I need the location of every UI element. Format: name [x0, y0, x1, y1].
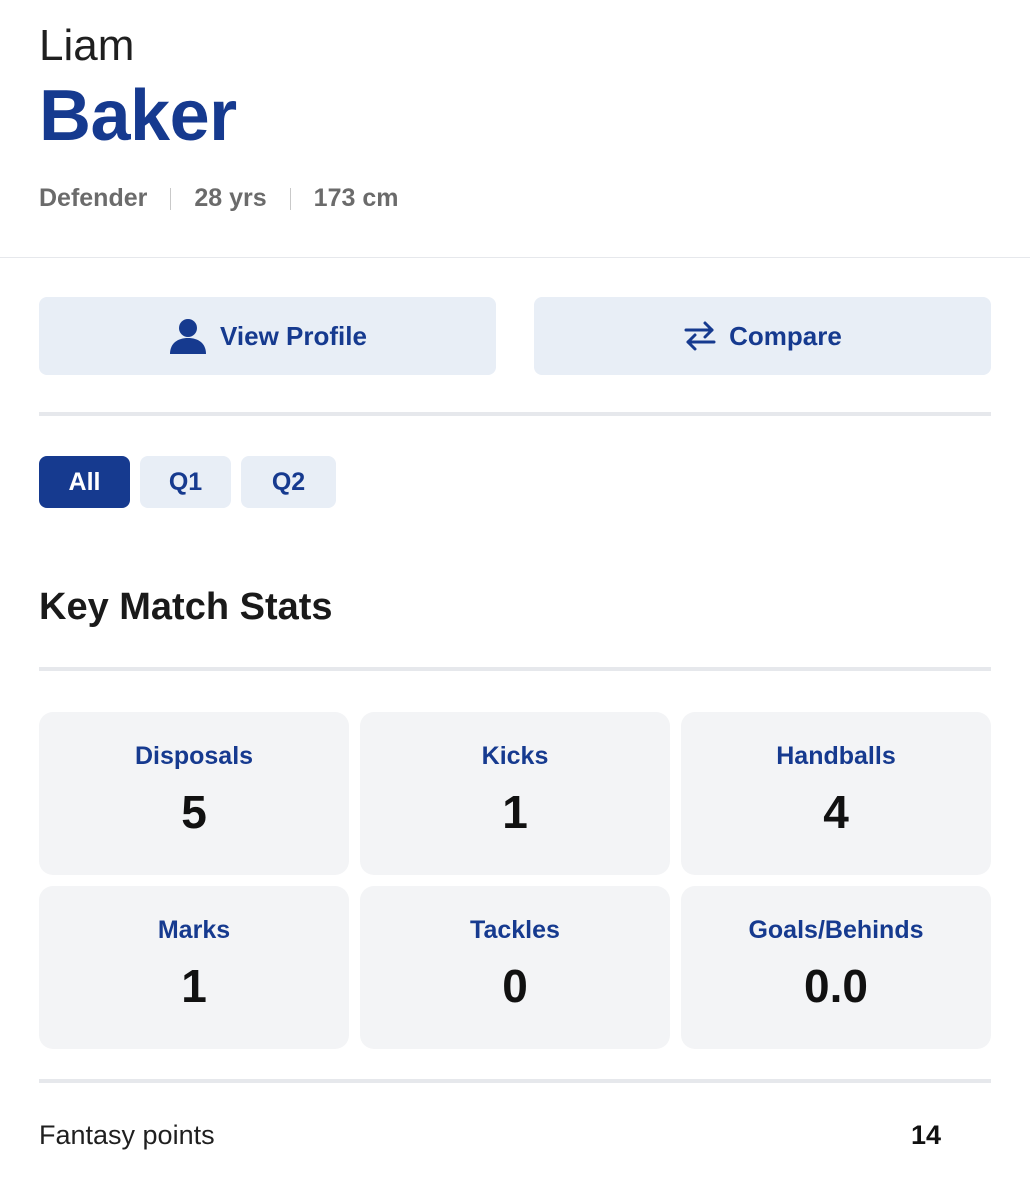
player-age: 28 yrs — [194, 184, 267, 212]
tab-q1[interactable]: Q1 — [140, 456, 231, 508]
meta-divider — [289, 187, 291, 210]
stat-card-tackles: Tackles 0 — [360, 886, 670, 1049]
player-last-name: Baker — [39, 76, 237, 156]
section-divider — [39, 667, 991, 671]
player-meta: Defender 28 yrs 173 cm — [39, 184, 991, 213]
stat-value: 1 — [181, 960, 207, 1012]
swap-arrows-icon — [683, 319, 717, 353]
action-buttons: View Profile Compare — [39, 297, 991, 375]
stat-value: 1 — [502, 786, 528, 838]
stats-grid: Disposals 5 Kicks 1 Handballs 4 Marks 1 … — [39, 712, 991, 1049]
fantasy-points-value: 14 — [910, 1120, 941, 1150]
stat-label: Disposals — [134, 742, 254, 770]
tab-q2[interactable]: Q2 — [241, 456, 336, 508]
stat-card-goals-behinds: Goals/Behinds 0.0 — [681, 886, 991, 1049]
section-title: Key Match Stats — [39, 586, 333, 628]
stat-card-marks: Marks 1 — [39, 886, 349, 1049]
compare-button[interactable]: Compare — [534, 297, 991, 375]
player-position: Defender — [39, 184, 148, 212]
person-icon — [168, 316, 208, 356]
compare-label: Compare — [729, 320, 842, 351]
fantasy-points-label: Fantasy points — [39, 1120, 215, 1150]
section-divider — [39, 1079, 991, 1083]
stat-label: Handballs — [776, 742, 896, 770]
stat-label: Tackles — [470, 916, 560, 944]
fantasy-points-row: Fantasy points 14 — [39, 1120, 991, 1151]
stat-value: 0 — [502, 960, 528, 1012]
player-height: 173 cm — [313, 184, 399, 212]
player-stats-page: Liam Baker Defender 28 yrs 173 cm View P… — [0, 0, 1030, 1200]
stat-label: Marks — [157, 916, 231, 944]
stat-value: 5 — [181, 786, 207, 838]
view-profile-label: View Profile — [220, 320, 367, 351]
stat-value: 0.0 — [804, 960, 868, 1012]
stat-value: 4 — [823, 786, 849, 838]
player-first-name: Liam — [39, 21, 135, 70]
stat-card-disposals: Disposals 5 — [39, 712, 349, 875]
section-divider — [39, 412, 991, 416]
meta-divider — [170, 187, 172, 210]
view-profile-button[interactable]: View Profile — [39, 297, 496, 375]
tab-all[interactable]: All — [39, 456, 130, 508]
stat-card-kicks: Kicks 1 — [360, 712, 670, 875]
player-header: Liam Baker Defender 28 yrs 173 cm — [0, 0, 1030, 258]
stat-label: Kicks — [481, 742, 549, 770]
stat-card-handballs: Handballs 4 — [681, 712, 991, 875]
period-tabs: All Q1 Q2 — [39, 456, 336, 508]
stat-label: Goals/Behinds — [748, 916, 924, 944]
